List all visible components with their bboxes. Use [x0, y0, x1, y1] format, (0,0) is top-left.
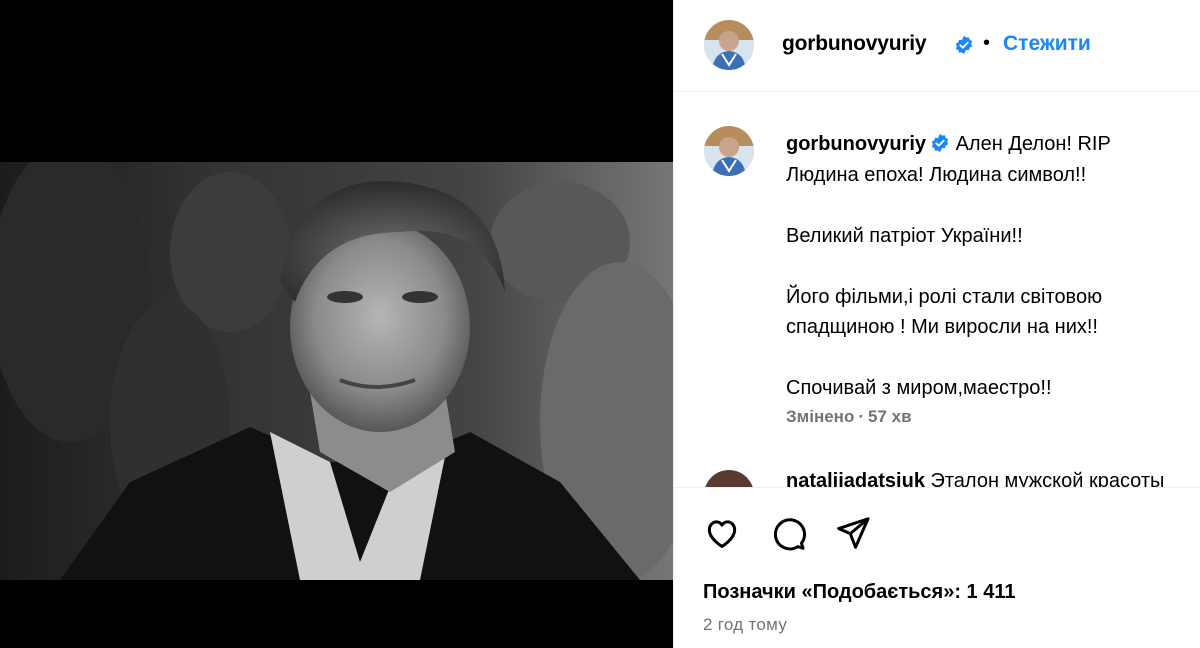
verified-badge-icon — [931, 133, 949, 153]
follow-button[interactable]: Стежити — [1003, 32, 1091, 56]
post-header: gorbunovyuriy • Стежити — [674, 0, 1200, 92]
caption-section: gorbunovyuriy Ален Делон! RIP Людина епо… — [674, 93, 1200, 487]
edited-label: Змінено — [786, 407, 855, 426]
post-timestamp[interactable]: 2 год тому — [703, 615, 787, 635]
comment-item: natalijadatsiuk Эталон мужской красоты — [674, 466, 1200, 487]
header-separator: • — [983, 32, 991, 54]
commenter-username[interactable]: natalijadatsiuk — [786, 470, 925, 487]
caption-avatar[interactable] — [704, 126, 754, 176]
verified-badge-icon — [955, 35, 973, 55]
post-sidebar: gorbunovyuriy • Стежити gorbunovyuriy Ал… — [673, 0, 1200, 648]
comment-icon[interactable] — [769, 514, 807, 552]
meta-separator: · — [858, 407, 864, 426]
portrait-photo — [0, 162, 673, 580]
commenter-avatar[interactable] — [704, 470, 754, 487]
caption-line: Великий патріот України!! — [786, 224, 1023, 247]
likes-count[interactable]: Позначки «Подобається»: 1 411 — [703, 581, 1016, 604]
caption-line: Його фільми,і ролі стали світовою — [786, 285, 1103, 308]
caption-line: спадщиною ! Ми виросли на них!! — [786, 316, 1098, 338]
author-username[interactable]: gorbunovyuriy — [782, 32, 927, 56]
comment-text: natalijadatsiuk Эталон мужской красоты — [786, 470, 1164, 487]
author-avatar[interactable] — [704, 20, 754, 70]
post-photo[interactable] — [0, 162, 673, 580]
caption-first-line: Ален Делон! RIP — [955, 133, 1111, 155]
actions-section: Позначки «Подобається»: 1 411 2 год тому — [674, 487, 1200, 648]
caption-text: gorbunovyuriy Ален Делон! RIP Людина епо… — [786, 129, 1196, 404]
share-icon[interactable] — [834, 514, 872, 552]
caption-line: Людина епоха! Людина символ!! — [786, 163, 1087, 186]
caption-meta: Змінено · 57 хв — [786, 407, 912, 427]
comment-body: Эталон мужской красоты — [930, 470, 1165, 487]
caption-age[interactable]: 57 хв — [868, 407, 912, 426]
caption-line: Спочивай з миром,маестро!! — [786, 377, 1052, 399]
post-media[interactable] — [0, 0, 673, 648]
caption-username[interactable]: gorbunovyuriy — [786, 133, 926, 155]
heart-icon[interactable] — [703, 514, 741, 552]
